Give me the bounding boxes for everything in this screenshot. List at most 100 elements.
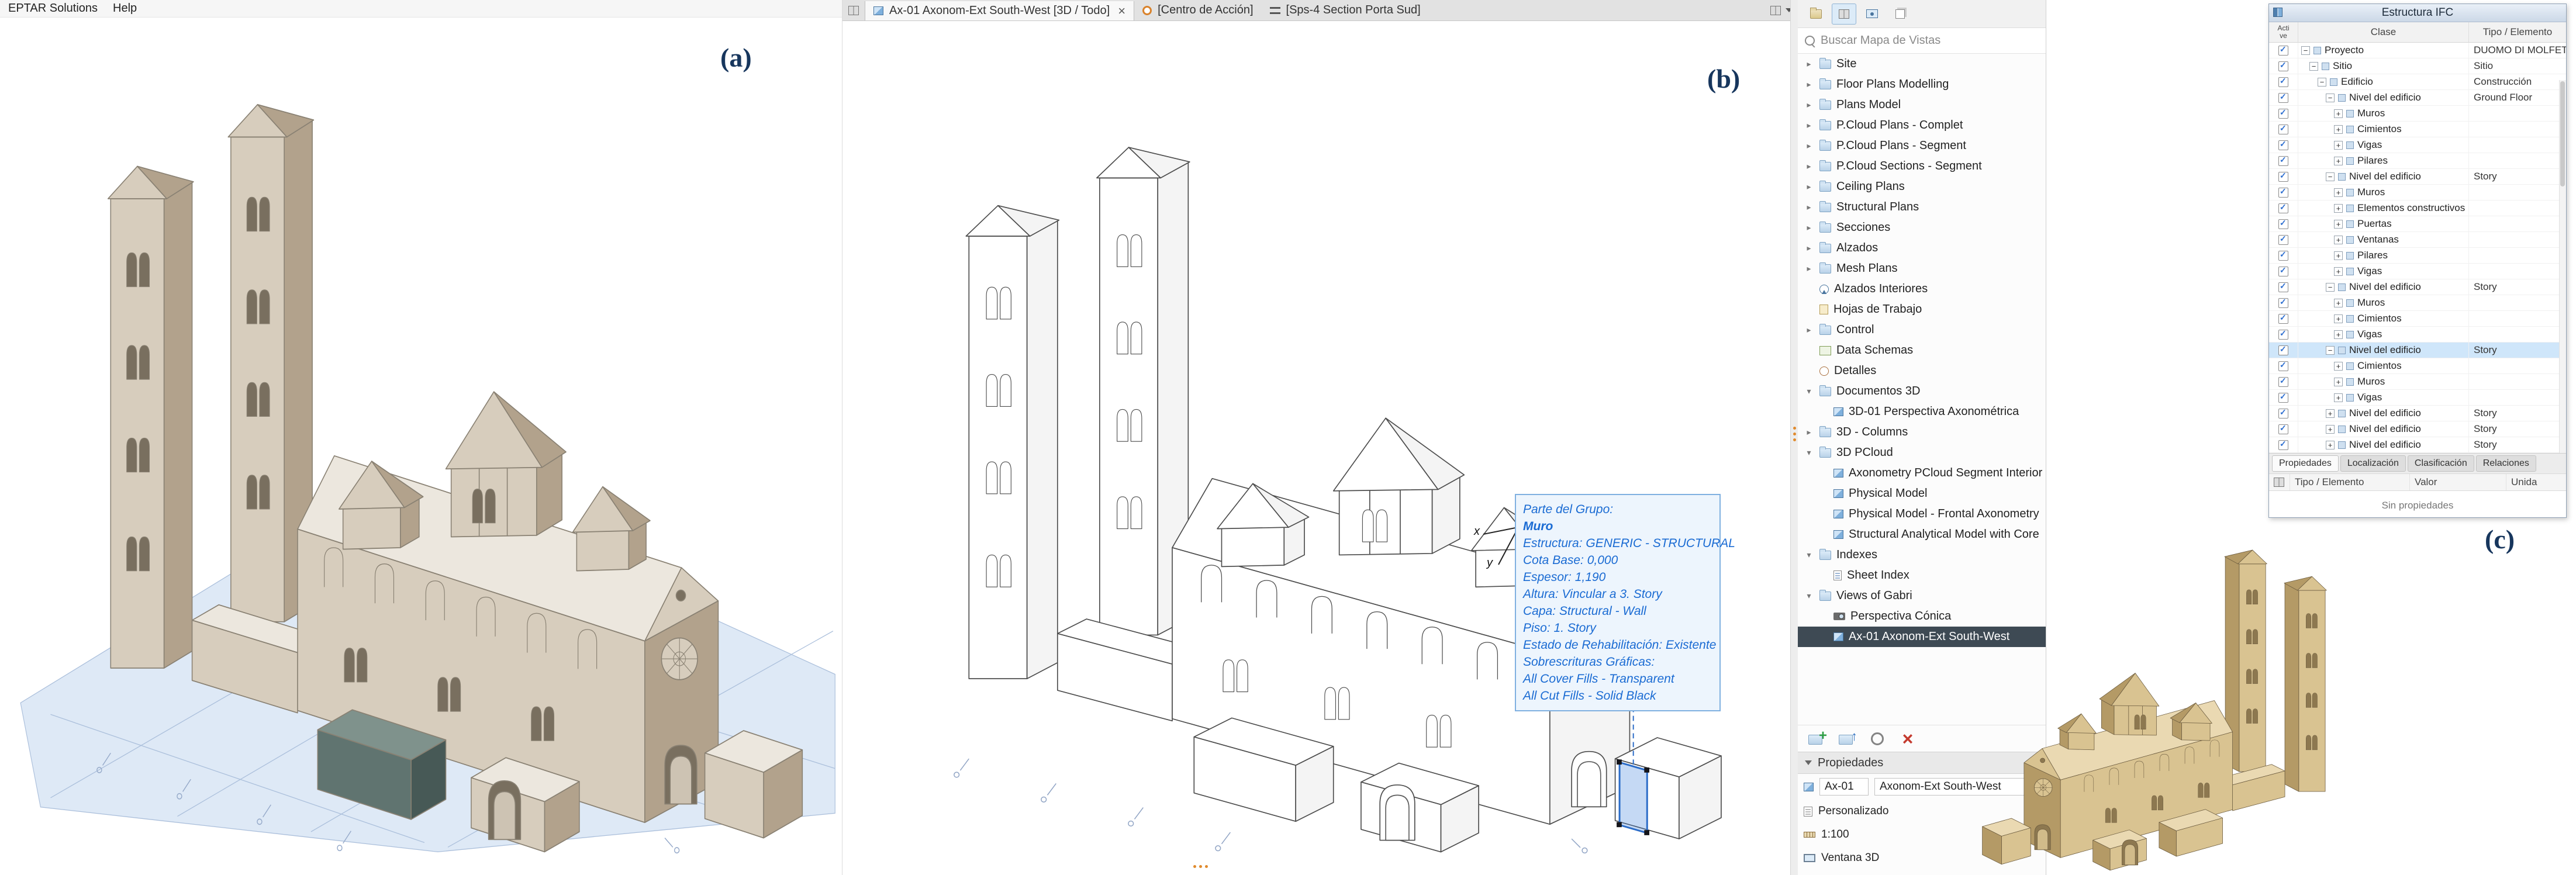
view-tree-item[interactable]: ▸ Alzados bbox=[1798, 238, 2046, 258]
tab-close-button[interactable]: × bbox=[1116, 4, 1125, 19]
expander-icon[interactable]: + bbox=[2326, 441, 2335, 449]
navigator-footer-button[interactable] bbox=[1864, 728, 1890, 750]
ifc-checkbox[interactable] bbox=[2278, 172, 2288, 182]
ifc-tree-row[interactable]: + Cimientos bbox=[2269, 122, 2566, 137]
ifc-checkbox[interactable] bbox=[2278, 330, 2288, 340]
view-tree-item[interactable]: Axonometry PCloud Segment Interior bbox=[1798, 463, 2046, 483]
view-tree-item[interactable]: ▸ Site bbox=[1798, 54, 2046, 74]
ifc-checkbox[interactable] bbox=[2278, 93, 2288, 103]
expander-icon[interactable]: + bbox=[2326, 425, 2335, 434]
ifc-checkbox[interactable] bbox=[2278, 424, 2288, 434]
expand-chevron-icon[interactable]: ▾ bbox=[1804, 386, 1814, 396]
expand-chevron-icon[interactable]: ▸ bbox=[1804, 427, 1814, 437]
ifc-tree-row[interactable]: + Nivel del edificio Story bbox=[2269, 421, 2566, 437]
ifc-checkbox[interactable] bbox=[2278, 314, 2288, 324]
ifc-tab[interactable]: Propiedades bbox=[2272, 455, 2339, 472]
navigator-toolbar-button[interactable] bbox=[1888, 4, 1912, 25]
expander-icon[interactable]: + bbox=[2334, 188, 2343, 197]
expander-icon[interactable]: + bbox=[2334, 330, 2343, 339]
expander-icon[interactable]: + bbox=[2334, 125, 2343, 134]
view-tree-item[interactable]: Data Schemas bbox=[1798, 340, 2046, 361]
ifc-tree-row[interactable]: − Edificio Construcción bbox=[2269, 74, 2566, 90]
ifc-checkbox[interactable] bbox=[2278, 219, 2288, 229]
expand-chevron-icon[interactable]: ▸ bbox=[1804, 100, 1814, 110]
expand-chevron-icon[interactable]: ▾ bbox=[1804, 550, 1814, 560]
ifc-tree-row[interactable]: + Nivel del edificio Story bbox=[2269, 406, 2566, 421]
view-tab[interactable]: Ax-01 Axonom-Ext South-West [3D / Todo] … bbox=[865, 1, 1134, 20]
expander-icon[interactable]: − bbox=[2326, 283, 2335, 292]
view-tree-item[interactable]: ▸ Structural Plans bbox=[1798, 197, 2046, 217]
navigator-toolbar-button[interactable] bbox=[1860, 4, 1884, 25]
ifc-tab[interactable]: Localización bbox=[2340, 455, 2406, 472]
ifc-tree-row[interactable]: + Muros bbox=[2269, 374, 2566, 390]
expander-icon[interactable]: + bbox=[2334, 204, 2343, 213]
ifc-checkbox[interactable] bbox=[2278, 377, 2288, 387]
expander-icon[interactable]: + bbox=[2334, 362, 2343, 371]
navigator-toolbar-button[interactable] bbox=[1832, 4, 1856, 25]
ifc-col-tipo[interactable]: Tipo / Elemento bbox=[2469, 22, 2566, 42]
ifc-tab[interactable]: Clasificación bbox=[2408, 455, 2474, 472]
view-tree-item[interactable]: ▸ 3D - Columns bbox=[1798, 422, 2046, 442]
expand-chevron-icon[interactable]: ▸ bbox=[1804, 325, 1814, 335]
ifc-checkbox[interactable] bbox=[2278, 109, 2288, 119]
view-tree-item[interactable]: Detalles bbox=[1798, 361, 2046, 381]
ifc-tree-row[interactable]: + Muros bbox=[2269, 295, 2566, 311]
expander-icon[interactable]: − bbox=[2326, 94, 2335, 102]
ifc-checkbox[interactable] bbox=[2278, 235, 2288, 245]
ifc-tree-row[interactable]: + Vigas bbox=[2269, 327, 2566, 343]
view-tree-item[interactable]: ▸ P.Cloud Plans - Segment bbox=[1798, 136, 2046, 156]
ifc-tree-row[interactable]: − Nivel del edificio Ground Floor bbox=[2269, 90, 2566, 106]
ifc-tree-row[interactable]: + Muros bbox=[2269, 185, 2566, 200]
expander-icon[interactable]: − bbox=[2309, 62, 2318, 71]
ifc-checkbox[interactable] bbox=[2278, 140, 2288, 150]
ifc-scrollbar[interactable] bbox=[2559, 80, 2566, 453]
expand-chevron-icon[interactable]: ▸ bbox=[1804, 264, 1814, 274]
view-tree-item[interactable]: ▸ Ceiling Plans bbox=[1798, 177, 2046, 197]
view-id-field[interactable]: Ax-01 bbox=[1819, 778, 1869, 796]
view-tree-item[interactable]: ▸ Secciones bbox=[1798, 217, 2046, 238]
view-tree-item[interactable]: Hojas de Trabajo bbox=[1798, 299, 2046, 320]
ifc-checkbox[interactable] bbox=[2278, 203, 2288, 213]
view-tab[interactable]: [Centro de Acción] bbox=[1134, 0, 1261, 20]
expander-icon[interactable]: − bbox=[2301, 46, 2310, 55]
ifc-checkbox[interactable] bbox=[2278, 393, 2288, 403]
menu-item-help[interactable]: Help bbox=[113, 2, 137, 15]
scrollbar-thumb[interactable] bbox=[2560, 81, 2565, 186]
ifc-col-active[interactable]: Active bbox=[2269, 22, 2298, 42]
ifc-tree-row[interactable]: − Proyecto DUOMO DI MOLFETTA bbox=[2269, 43, 2566, 58]
ifc-tree-row[interactable]: − Nivel del edificio Story bbox=[2269, 343, 2566, 358]
expand-chevron-icon[interactable]: ▸ bbox=[1804, 161, 1814, 171]
ifc-checkbox[interactable] bbox=[2278, 298, 2288, 308]
tab-overview-button[interactable] bbox=[842, 0, 865, 20]
window-type-value[interactable]: Ventana 3D bbox=[1821, 852, 1879, 864]
view-map-search[interactable]: Buscar Mapa de Vistas bbox=[1798, 28, 2046, 54]
ifc-tree-row[interactable]: + Nivel del edificio Story bbox=[2269, 437, 2566, 453]
ifc-tree-row[interactable]: + Pilares bbox=[2269, 153, 2566, 169]
ifc-checkbox[interactable] bbox=[2278, 361, 2288, 371]
expander-icon[interactable]: + bbox=[2334, 251, 2343, 260]
expand-chevron-icon[interactable]: ▾ bbox=[1804, 448, 1814, 458]
ifc-tree-row[interactable]: + Muros bbox=[2269, 106, 2566, 122]
scale-value[interactable]: 1:100 bbox=[1821, 828, 1849, 841]
ifc-window-titlebar[interactable]: Estructura IFC bbox=[2269, 4, 2566, 22]
ifc-checkbox[interactable] bbox=[2278, 46, 2288, 56]
expand-chevron-icon[interactable]: ▸ bbox=[1804, 182, 1814, 192]
ifc-tree-row[interactable]: + Vigas bbox=[2269, 264, 2566, 279]
view-tree-item[interactable]: ▸ Floor Plans Modelling bbox=[1798, 74, 2046, 95]
ifc-tree-row[interactable]: − Sitio Sitio bbox=[2269, 58, 2566, 74]
grid-col-tipo[interactable]: Tipo / Elemento bbox=[2290, 474, 2410, 490]
grid-col-valor[interactable]: Valor bbox=[2410, 474, 2506, 490]
ifc-tree-row[interactable]: − Nivel del edificio Story bbox=[2269, 169, 2566, 185]
ifc-checkbox[interactable] bbox=[2278, 124, 2288, 134]
expander-icon[interactable]: + bbox=[2334, 267, 2343, 276]
ifc-tree-row[interactable]: + Puertas bbox=[2269, 216, 2566, 232]
ifc-tree-row[interactable]: + Pilares bbox=[2269, 248, 2566, 264]
ifc-checkbox[interactable] bbox=[2278, 156, 2288, 166]
view-tree-item[interactable]: 3D-01 Perspectiva Axonométrica bbox=[1798, 402, 2046, 422]
view-tree-item[interactable]: ▸ P.Cloud Plans - Complet bbox=[1798, 115, 2046, 136]
ifc-checkbox[interactable] bbox=[2278, 409, 2288, 419]
ifc-tree-row[interactable]: + Ventanas bbox=[2269, 232, 2566, 248]
view-tree-item[interactable]: ▸ P.Cloud Sections - Segment bbox=[1798, 156, 2046, 177]
ifc-tree-row[interactable]: + Vigas bbox=[2269, 390, 2566, 406]
view-tree-item[interactable]: ▸ Plans Model bbox=[1798, 95, 2046, 115]
